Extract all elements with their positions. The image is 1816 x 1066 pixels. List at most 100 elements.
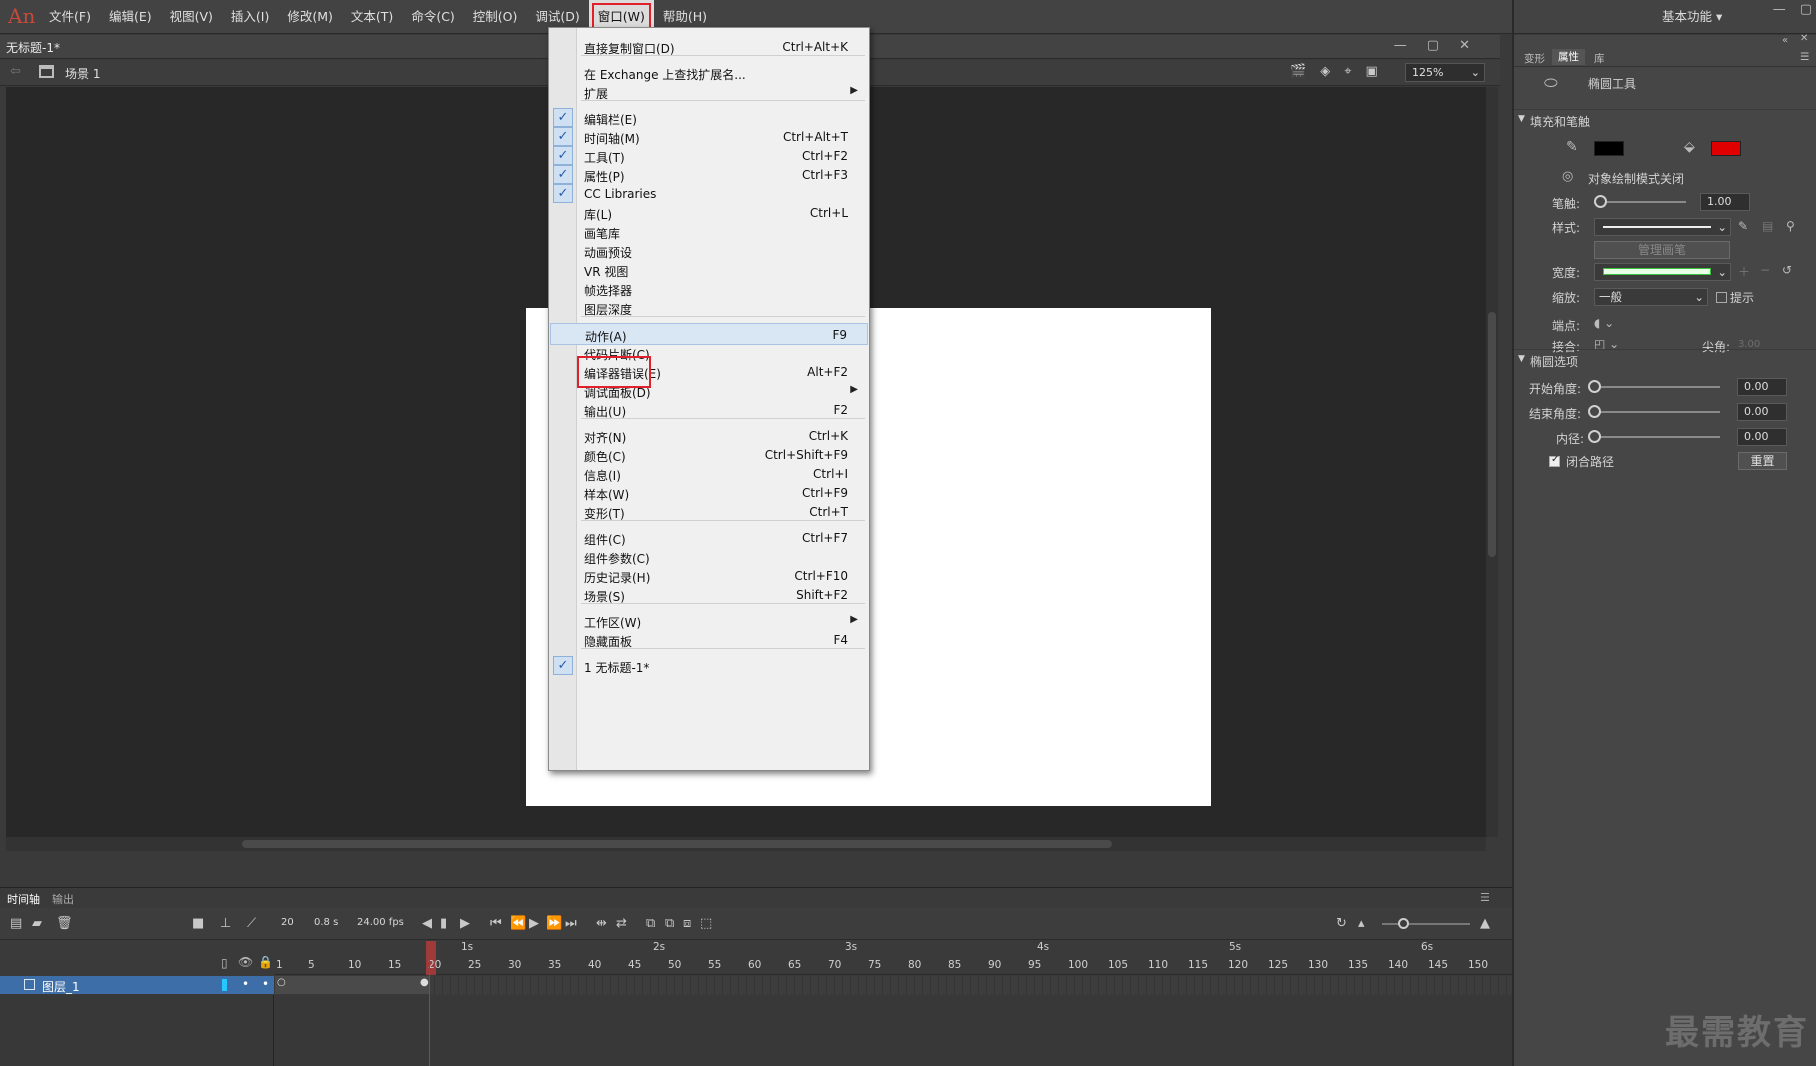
hint-checkbox[interactable]: [1716, 292, 1727, 303]
menu-item[interactable]: 场景(S) Shift+F2: [550, 584, 868, 606]
menu-edit[interactable]: 编辑(E): [100, 0, 161, 34]
edit-symbol-icon[interactable]: ◈: [1320, 64, 1330, 79]
variable-width-icon[interactable]: ⚲: [1786, 219, 1795, 233]
menu-text[interactable]: 文本(T): [342, 0, 402, 34]
start-angle-track[interactable]: [1598, 386, 1720, 388]
zoom-out-icon[interactable]: ▴: [1358, 916, 1365, 931]
remove-width-icon[interactable]: −: [1760, 263, 1770, 277]
go-first-icon[interactable]: ⏮: [490, 916, 502, 931]
outline-toggle-icon[interactable]: ▯: [221, 956, 228, 970]
menu-item[interactable]: 扩展 ▶: [550, 81, 868, 103]
edit-multiple-frames-icon[interactable]: ⧈: [683, 916, 691, 931]
panel-menu-icon[interactable]: ☰: [1800, 51, 1809, 63]
edit-style-icon[interactable]: ✎: [1738, 219, 1748, 233]
scale-dropdown[interactable]: 一般 ⌄: [1594, 288, 1708, 306]
visible-dot-icon[interactable]: •: [242, 977, 249, 991]
loop-icon[interactable]: ⇄: [616, 916, 627, 931]
delete-icon[interactable]: 🗑: [56, 916, 73, 931]
frame-rate[interactable]: 24.00 fps: [357, 917, 404, 928]
layer-color-swatch[interactable]: [222, 979, 227, 991]
start-angle-value[interactable]: 0.00: [1737, 378, 1787, 396]
lock-icon[interactable]: 🔒: [258, 955, 273, 969]
menu-item[interactable]: ✓ 1 无标题-1*: [550, 655, 868, 677]
step-forward-icon[interactable]: ⏩: [546, 916, 562, 931]
keyframe-end-icon[interactable]: ●: [420, 977, 429, 988]
zoom-in-icon[interactable]: ▲: [1480, 916, 1490, 931]
back-arrow-icon[interactable]: ⇦: [10, 64, 21, 79]
new-layer-icon[interactable]: ▤: [10, 916, 22, 931]
horizontal-scrollbar[interactable]: [6, 837, 1486, 851]
close-icon[interactable]: ✕: [1800, 33, 1808, 44]
fill-color-swatch[interactable]: [1711, 141, 1741, 156]
layer-row[interactable]: 图层_1 • •: [0, 976, 274, 994]
end-angle-value[interactable]: 0.00: [1737, 403, 1787, 421]
menu-item[interactable]: 输出(U) F2: [550, 399, 868, 421]
stroke-slider-knob[interactable]: [1594, 195, 1607, 208]
menu-control[interactable]: 控制(O): [464, 0, 527, 34]
prev-keyframe-icon[interactable]: ◀: [422, 916, 432, 931]
tab-timeline[interactable]: 时间轴: [7, 891, 40, 907]
keyframe-start-icon[interactable]: ○: [277, 977, 286, 988]
scene-name[interactable]: 场景 1: [65, 65, 100, 82]
onion-skin-icon[interactable]: ⧉: [646, 916, 655, 931]
camera-icon[interactable]: ■: [192, 916, 204, 931]
new-folder-icon[interactable]: ▰: [32, 916, 42, 931]
menu-item[interactable]: 直接复制窗口(D) Ctrl+Alt+K: [550, 36, 868, 58]
edit-scene-icon[interactable]: 🎬: [1290, 64, 1306, 79]
style-dropdown[interactable]: ⌄: [1594, 218, 1731, 236]
eye-icon[interactable]: 👁: [238, 955, 253, 969]
tab-properties[interactable]: 属性: [1552, 49, 1585, 65]
doc-restore-icon[interactable]: ▢: [1427, 38, 1439, 53]
next-keyframe-icon[interactable]: ▶: [460, 916, 470, 931]
doc-minimize-icon[interactable]: —: [1394, 38, 1407, 53]
lock-dot-icon[interactable]: •: [262, 977, 269, 991]
keyframe-icon[interactable]: ▮: [440, 916, 447, 931]
section-ellipse-options[interactable]: ▼ 椭圆选项: [1514, 349, 1816, 373]
frame-ruler[interactable]: 1s 2s 3s 4s 5s 6s 1 5 10 15 20 25 30 35 40 45 50 55…: [275, 941, 1512, 975]
refresh-icon[interactable]: ↻: [1336, 916, 1347, 931]
menu-view[interactable]: 视图(V): [161, 0, 222, 34]
tab-transform[interactable]: 变形: [1524, 51, 1545, 66]
inner-radius-track[interactable]: [1598, 436, 1720, 438]
maximize-icon[interactable]: ▢: [1800, 2, 1812, 17]
tab-output[interactable]: 输出: [52, 891, 74, 907]
layer-name[interactable]: 图层_1: [42, 978, 80, 995]
collapse-icon[interactable]: «: [1782, 35, 1788, 46]
layer-parent-icon[interactable]: ⊥: [220, 916, 231, 931]
menu-item[interactable]: 隐藏面板 F4: [550, 629, 868, 651]
reset-button[interactable]: 重置: [1738, 452, 1787, 470]
vertical-scroll-thumb[interactable]: [1488, 312, 1496, 557]
stroke-slider-track[interactable]: [1598, 201, 1686, 203]
document-tab[interactable]: 无标题-1*: [6, 39, 60, 56]
add-width-icon[interactable]: ＋: [1738, 263, 1750, 280]
reset-width-icon[interactable]: ↺: [1782, 263, 1792, 277]
frame-row[interactable]: ○ ●: [275, 976, 1512, 994]
inner-radius-knob[interactable]: [1588, 430, 1601, 443]
modify-markers-icon[interactable]: ⬚: [700, 916, 712, 931]
frame-span[interactable]: [275, 976, 429, 994]
zoom-dropdown[interactable]: 125% ⌄: [1405, 63, 1485, 82]
menu-file[interactable]: 文件(F): [40, 0, 100, 34]
tab-library[interactable]: 库: [1594, 51, 1605, 66]
brush-library-icon[interactable]: ▤: [1762, 219, 1773, 233]
horizontal-scroll-thumb[interactable]: [242, 840, 1112, 848]
start-angle-knob[interactable]: [1588, 380, 1601, 393]
onion-outline-icon[interactable]: ⧉: [665, 916, 674, 931]
width-profile-dropdown[interactable]: ⌄: [1594, 263, 1731, 281]
clip-content-icon[interactable]: ▣: [1366, 64, 1378, 79]
current-frame[interactable]: 20: [281, 917, 294, 928]
workspace-switcher[interactable]: 基本功能 ▾: [1662, 0, 1722, 34]
close-path-checkbox[interactable]: ✓: [1549, 454, 1560, 467]
inner-radius-value[interactable]: 0.00: [1737, 428, 1787, 446]
section-fill-stroke[interactable]: ▼ 填充和笔触: [1514, 109, 1816, 133]
end-angle-knob[interactable]: [1588, 405, 1601, 418]
timeline-zoom-track[interactable]: [1382, 923, 1470, 925]
vertical-scrollbar[interactable]: [1486, 87, 1498, 837]
panel-menu-icon[interactable]: ☰: [1480, 891, 1490, 904]
timeline-empty-area[interactable]: [275, 995, 1512, 1066]
menu-commands[interactable]: 命令(C): [402, 0, 463, 34]
graph-icon[interactable]: ⟋: [247, 916, 256, 931]
menu-modify[interactable]: 修改(M): [278, 0, 342, 34]
go-last-icon[interactable]: ⏭: [565, 916, 577, 931]
menu-item[interactable]: 图层深度: [550, 297, 868, 319]
